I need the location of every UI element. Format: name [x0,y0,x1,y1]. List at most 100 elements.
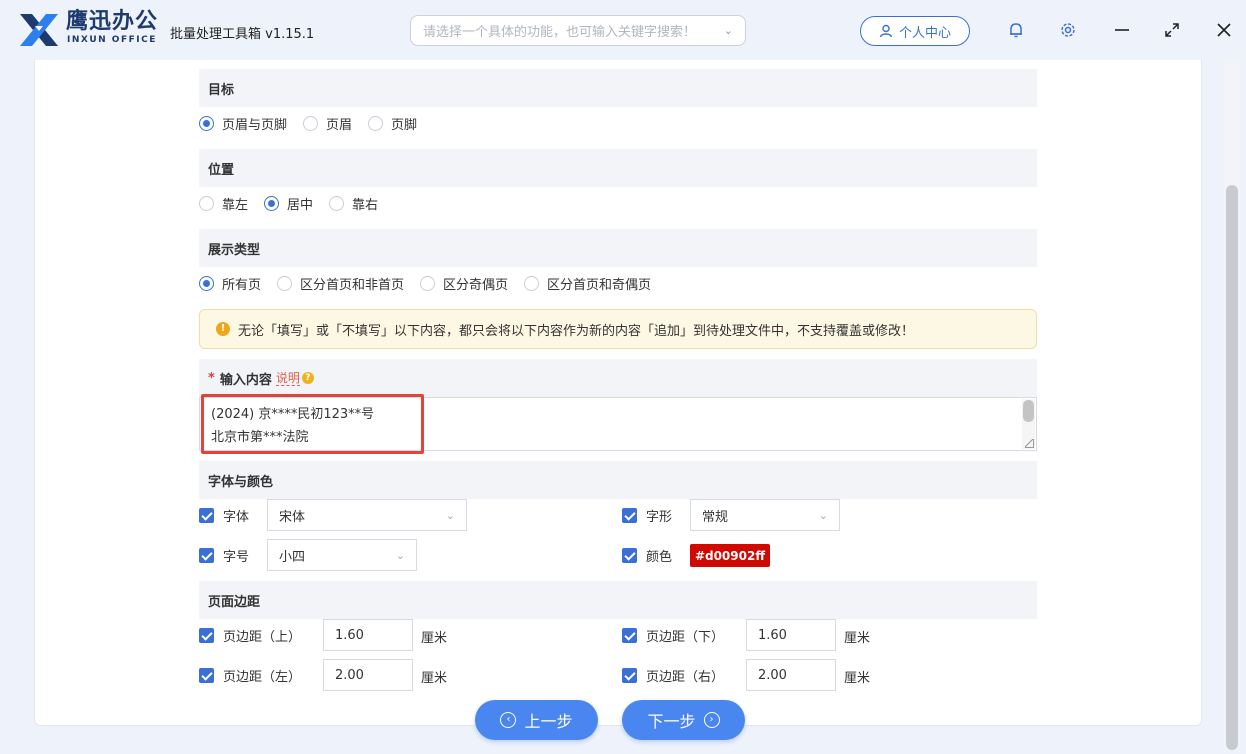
margin-right-checkbox[interactable] [622,667,637,683]
content-line: 北京市第***法院 [211,430,309,445]
radio-button[interactable] [199,275,214,291]
section-position-title: 位置 [199,149,1037,187]
app-title: 批量处理工具箱 v1.15.1 [170,27,315,42]
font-checkbox[interactable] [199,507,214,523]
radio-button[interactable] [524,275,540,291]
scrollbar-thumb[interactable] [1226,185,1238,750]
prev-step-button[interactable]: ‹ 上一步 [475,700,598,740]
radio-option[interactable]: 区分奇偶页 [420,274,508,293]
margin-left-input[interactable]: 2.00 [323,659,413,691]
margin-bottom-input[interactable]: 1.60 [746,619,836,651]
radio-button[interactable] [199,115,214,131]
radio-option[interactable]: 靠左 [199,194,248,213]
color-label: 颜色 [646,549,673,565]
margin-bottom-checkbox[interactable] [622,627,637,643]
next-step-button[interactable]: 下一步 › [622,700,745,740]
style-label: 字形 [646,509,673,525]
radio-option[interactable]: 页脚 [368,114,417,133]
content-textarea[interactable]: (2024) 京****民初123**号 北京市第***法院 [199,397,1037,451]
size-label: 字号 [223,549,250,565]
section-input-title: * 输入内容 说明 ? [199,359,1037,397]
radio-option[interactable]: 页眉 [303,114,352,133]
display-type-radio-group: 所有页 区分首页和非首页 区分奇偶页 区分首页和奇偶页 [199,273,667,293]
margin-top-checkbox[interactable] [199,627,214,643]
question-icon[interactable]: ? [301,372,314,384]
size-select[interactable]: 小四 ⌄ [267,539,417,571]
margin-right-label: 页边距（右） [646,669,725,685]
size-checkbox-row: 字号 [199,539,249,571]
radio-option[interactable]: 区分首页和奇偶页 [524,274,651,293]
radio-button[interactable] [368,115,384,131]
app-header: 鹰迅办公 INXUN OFFICE 批量处理工具箱 v1.15.1 请选择一个具… [0,0,1246,60]
radio-option[interactable]: 靠右 [329,194,378,213]
radio-button[interactable] [277,275,293,291]
radio-button[interactable] [264,195,280,211]
margin-left-label: 页边距（左） [223,669,302,685]
radio-label: 居中 [287,197,314,213]
style-select[interactable]: 常规 ⌄ [690,499,840,531]
search-input[interactable]: 请选择一个具体的功能，也可输入关键字搜索！ ⌄ [410,15,746,46]
chevron-down-icon: ⌄ [723,24,733,37]
chevron-right-icon: › [703,712,720,728]
margin-right-row: 页边距（右） [622,659,724,691]
font-select[interactable]: 宋体 ⌄ [267,499,467,531]
unit-label: 厘米 [844,631,871,646]
required-mark: * [208,370,215,386]
chevron-left-icon: ‹ [500,712,517,728]
user-icon [879,24,893,38]
section-target-title: 目标 [199,69,1037,107]
user-center-button[interactable]: 个人中心 [860,16,970,46]
style-checkbox[interactable] [622,507,637,523]
maximize-icon[interactable] [1162,20,1182,40]
section-font-title: 字体与颜色 [199,461,1037,499]
logo-text: 鹰迅办公 [66,9,159,34]
radio-option[interactable]: 所有页 [199,274,261,293]
textarea-scroll-thumb[interactable] [1023,400,1034,422]
section-display-type-title: 展示类型 [199,229,1037,267]
close-icon[interactable] [1214,20,1234,40]
radio-label: 页脚 [391,117,418,133]
chevron-down-icon: ⌄ [445,508,455,522]
logo-icon [20,14,58,46]
radio-label: 区分奇偶页 [443,277,509,293]
resize-handle-icon[interactable] [1025,439,1034,448]
margin-right-input[interactable]: 2.00 [746,659,836,691]
margin-bottom-row: 页边距（下） [622,619,724,651]
notice-text: 无论「填写」或「不填写」以下内容，都只会将以下内容作为新的内容「追加」到待处理文… [238,323,915,339]
radio-button[interactable] [303,115,319,131]
color-checkbox-row: 颜色 [622,539,672,571]
margin-left-row: 页边距（左） [199,659,301,691]
bell-icon[interactable] [1006,20,1026,40]
explain-link[interactable]: 说明 [275,371,300,386]
radio-button[interactable] [420,275,436,291]
radio-button[interactable] [199,195,214,211]
radio-button[interactable] [329,195,345,211]
radio-option[interactable]: 居中 [264,194,313,213]
radio-label: 靠右 [352,197,379,213]
style-checkbox-row: 字形 [622,499,672,531]
margin-left-checkbox[interactable] [199,667,214,683]
radio-label: 页眉与页脚 [222,117,288,133]
margin-top-label: 页边距（上） [223,629,302,645]
margin-top-input[interactable]: 1.60 [323,619,413,651]
minimize-icon[interactable] [1112,20,1132,40]
color-checkbox[interactable] [622,547,637,563]
unit-label: 厘米 [421,631,448,646]
size-select-value: 小四 [279,549,306,565]
gear-icon[interactable] [1058,20,1078,40]
font-select-value: 宋体 [279,509,306,525]
chevron-down-icon: ⌄ [818,508,828,522]
style-select-value: 常规 [702,509,729,525]
margin-bottom-label: 页边距（下） [646,629,725,645]
radio-label: 靠左 [222,197,249,213]
radio-option[interactable]: 区分首页和非首页 [277,274,404,293]
size-checkbox[interactable] [199,547,214,563]
radio-label: 所有页 [222,277,262,293]
color-picker[interactable]: #d00902ff [690,544,770,567]
unit-label: 厘米 [844,671,871,686]
target-radio-group: 页眉与页脚 页眉 页脚 [199,113,433,133]
search-placeholder: 请选择一个具体的功能，也可输入关键字搜索！ [423,25,697,40]
warning-icon: ! [216,322,230,336]
radio-option[interactable]: 页眉与页脚 [199,114,287,133]
unit-label: 厘米 [421,671,448,686]
